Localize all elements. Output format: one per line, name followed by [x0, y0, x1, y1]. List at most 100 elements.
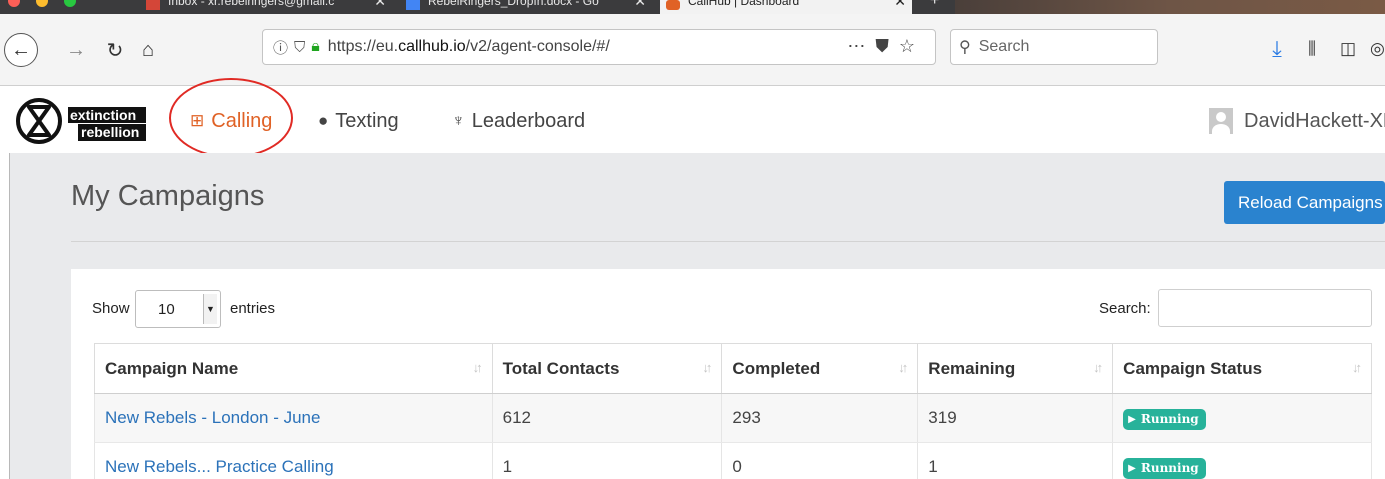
campaign-name-cell[interactable]: New Rebels - London - June [94, 393, 493, 443]
nav-leaderboard[interactable]: ♆ Leaderboard [452, 104, 585, 138]
column-header-total-contacts[interactable]: Total Contacts ↓↑ [491, 343, 723, 394]
reload-button[interactable]: ↻ [101, 36, 129, 64]
sort-icon: ↓↑ [1352, 360, 1362, 375]
reload-campaigns-button[interactable]: Reload Campaigns [1224, 181, 1385, 224]
url-text[interactable]: https://eu.callhub.io/v2/agent-console/#… [328, 38, 610, 56]
campaign-link[interactable]: New Rebels... Practice Calling [105, 457, 334, 476]
completed-cell: 0 [721, 442, 919, 479]
remaining-cell: 1 [917, 442, 1114, 479]
home-icon: ⌂ [141, 38, 155, 61]
browser-tab-inbox[interactable]: Inbox - xr.rebelringers@gmail.c ✕ [140, 0, 392, 14]
campaign-name-cell[interactable]: New Rebels... Practice Calling [94, 442, 493, 479]
search-placeholder: Search [978, 38, 1030, 55]
chevron-down-icon: ▼ [203, 294, 217, 324]
bookmark-star-icon[interactable]: ☆ [899, 36, 925, 56]
show-label: Show [92, 300, 130, 317]
tab-label: Inbox - xr.rebelringers@gmail.c [168, 0, 335, 8]
sort-icon: ↓↑ [1093, 360, 1103, 375]
document-icon [406, 0, 420, 10]
extension-icon: ◎ [1370, 39, 1385, 58]
browser-tab-strip: Inbox - xr.rebelringers@gmail.c ✕ RebelR… [0, 0, 1385, 14]
calling-highlight-annotation [169, 78, 293, 158]
total-contacts-cell: 612 [491, 393, 723, 443]
sidebar-button[interactable]: ◫ [1335, 34, 1361, 64]
title-divider [71, 241, 1385, 242]
status-cell: ▶ Running [1112, 393, 1372, 443]
play-icon: ▶ [1128, 462, 1136, 474]
close-tab-icon[interactable]: ✕ [374, 0, 386, 8]
column-header-campaign-status[interactable]: Campaign Status ↓↑ [1112, 343, 1372, 394]
user-name: DavidHackett-XR [1244, 109, 1385, 132]
campaigns-table: Campaign Name ↓↑ Total Contacts ↓↑ Complet… [94, 343, 1372, 479]
trophy-icon: ♆ [452, 111, 465, 130]
column-header-remaining[interactable]: Remaining ↓↑ [917, 343, 1114, 394]
pocket-icon[interactable]: ⛊ [875, 36, 899, 56]
column-header-campaign-name[interactable]: Campaign Name ↓↑ [94, 343, 493, 394]
table-header-row: Campaign Name ↓↑ Total Contacts ↓↑ Complet… [94, 343, 1372, 394]
chat-bubbles-icon: ● [318, 111, 329, 130]
entries-value: 10 [158, 300, 175, 318]
avatar [1209, 108, 1233, 134]
column-header-completed[interactable]: Completed ↓↑ [721, 343, 919, 394]
user-menu[interactable]: DavidHackett-XR [1209, 104, 1385, 138]
forward-button[interactable]: → [62, 36, 90, 64]
entries-label: entries [230, 300, 276, 317]
logo-text-top: extinction [70, 107, 136, 123]
sort-icon: ↓↑ [898, 360, 908, 375]
total-contacts-cell: 1 [491, 442, 723, 479]
table-search-input[interactable] [1158, 289, 1372, 327]
minimize-window-icon[interactable] [36, 0, 48, 7]
back-arrow-icon: ← [11, 38, 31, 61]
back-button[interactable]: ← [4, 33, 38, 67]
lock-icon: 🔒︎ [311, 38, 320, 55]
new-tab-button[interactable]: + [924, 0, 954, 14]
more-icon[interactable]: ⋯ [847, 36, 875, 56]
entries-per-page-select[interactable]: 10 ▼ [135, 290, 221, 328]
table-row[interactable]: New Rebels... Practice Calling 1 0 1 ▶ Ru… [94, 442, 1372, 479]
library-icon: ⫼ [1308, 39, 1316, 58]
extinction-rebellion-logo[interactable]: extinction rebellion [14, 92, 164, 150]
tab-strip-background [955, 0, 1385, 14]
close-tab-icon[interactable]: ✕ [894, 0, 906, 8]
url-actions: ⋯⛊☆ [847, 36, 925, 57]
library-button[interactable]: ⫼ [1299, 34, 1325, 64]
nav-texting[interactable]: ● Texting [318, 104, 399, 138]
status-badge[interactable]: ▶ Running [1123, 457, 1206, 479]
status-cell: ▶ Running [1112, 442, 1372, 479]
reload-icon: ↻ [106, 39, 124, 62]
forward-arrow-icon: → [66, 38, 86, 61]
browser-tab-callhub[interactable]: CallHub | Dashboard ✕ [660, 0, 912, 14]
close-window-icon[interactable] [8, 0, 20, 7]
sort-icon: ↓↑ [472, 360, 483, 375]
mail-icon [146, 0, 160, 10]
completed-cell: 293 [721, 393, 919, 443]
extension-button[interactable]: ◎ [1370, 34, 1385, 64]
downloads-button[interactable]: ⤓ [1264, 34, 1290, 64]
search-icon: ⚲ [959, 39, 971, 56]
sort-icon: ↓↑ [702, 360, 712, 375]
remaining-cell: 319 [917, 393, 1114, 443]
campaign-link[interactable]: New Rebels - London - June [105, 408, 320, 427]
logo-text-bottom: rebellion [81, 124, 139, 140]
maximize-window-icon[interactable] [64, 0, 76, 7]
tab-label: RebelRingers_DropIn.docx - Go [428, 0, 599, 8]
status-badge[interactable]: ▶ Running [1123, 408, 1206, 430]
sidebar-icon: ◫ [1339, 39, 1357, 58]
callhub-favicon-icon [666, 0, 680, 10]
home-button[interactable]: ⌂ [134, 36, 162, 64]
url-bar[interactable]: ⓘ ⛉ 🔒︎ https://eu.callhub.io/v2/agent-co… [262, 29, 936, 65]
close-tab-icon[interactable]: ✕ [634, 0, 646, 8]
info-icon[interactable]: ⓘ [273, 37, 288, 58]
nav-leaderboard-label: Leaderboard [471, 109, 586, 132]
download-icon: ⤓ [1272, 36, 1282, 61]
browser-tab-doc[interactable]: RebelRingers_DropIn.docx - Go ✕ [400, 0, 652, 14]
play-icon: ▶ [1128, 413, 1136, 425]
table-row[interactable]: New Rebels - London - June 612 293 319 ▶… [94, 393, 1372, 443]
browser-search-input[interactable]: ⚲ Search [950, 29, 1158, 65]
tab-label: CallHub | Dashboard [688, 0, 800, 8]
nav-texting-label: Texting [335, 109, 399, 132]
shield-icon[interactable]: ⛉ [294, 39, 305, 56]
window-left-edge [0, 153, 10, 479]
table-search-label: Search: [1099, 300, 1151, 317]
page-title: My Campaigns [71, 180, 265, 212]
